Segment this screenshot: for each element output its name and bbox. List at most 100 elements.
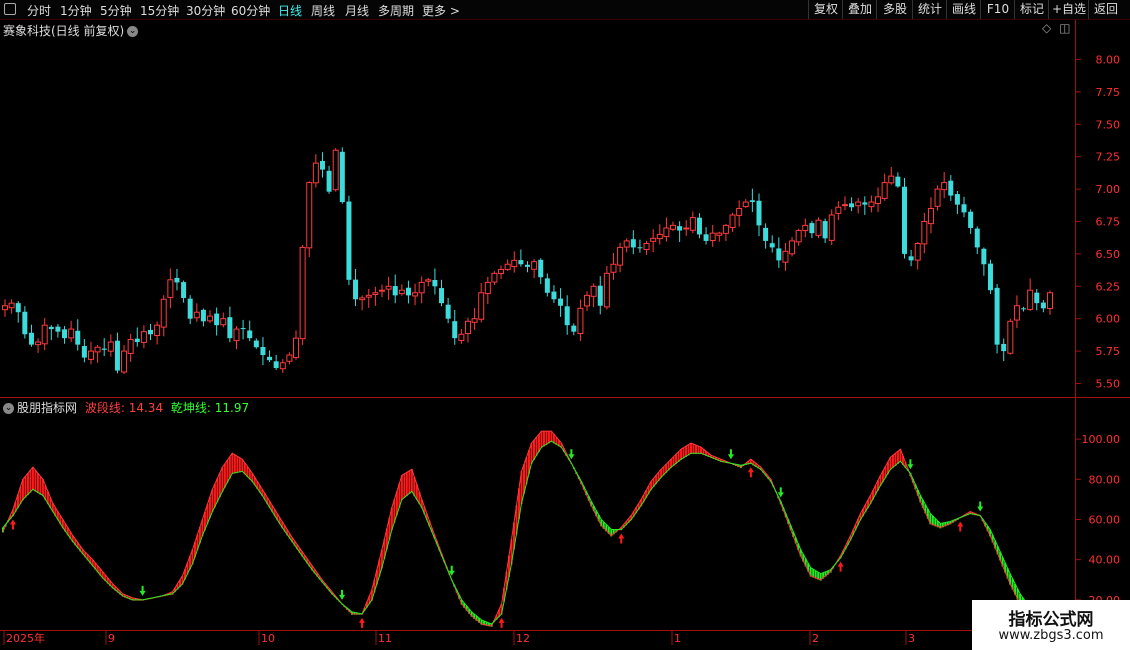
line2-value: 11.97 (214, 401, 250, 415)
candle-body-down (849, 203, 855, 208)
indicator-title-bar: ⌄ 股朋指标网 波段线: 14.34 乾坤线: 11.97 (3, 399, 249, 416)
buy-arrow-icon (618, 533, 625, 544)
candle-body-down (134, 338, 140, 343)
candle-body-up (378, 289, 385, 292)
candle-body-down (948, 180, 954, 196)
tab-period-5[interactable]: 60分钟 (231, 2, 270, 19)
candle-body-up (491, 272, 498, 283)
candle-body-down (518, 260, 524, 265)
candle-body-up (35, 341, 42, 346)
candle-body-down (1021, 308, 1027, 310)
candle-body-up (828, 214, 835, 241)
candle-body-down (987, 263, 993, 291)
buy-arrow-icon (9, 519, 16, 530)
time-tick-label: 1 (674, 632, 681, 645)
toolbar-action-4[interactable]: 画线 (946, 0, 981, 19)
candle-body-down (749, 200, 755, 203)
toolbar-action-2[interactable]: 多股 (876, 0, 913, 19)
candle-body-down (901, 186, 907, 254)
candle-body-down (597, 285, 603, 306)
candle-body-down (339, 151, 345, 203)
candle-body-up (498, 268, 505, 274)
candle-body-down (432, 279, 438, 287)
sell-arrow-icon (139, 585, 146, 596)
tab-period-2[interactable]: 5分钟 (100, 2, 132, 19)
time-tick-label: 2 (812, 632, 819, 645)
buy-arrow-icon (747, 467, 754, 478)
candle-body-up (154, 324, 161, 336)
candle-body-up (127, 338, 134, 354)
line1-value: 14.34 (128, 401, 164, 415)
time-tick-label: 12 (516, 632, 530, 645)
candle-body-up (716, 232, 723, 236)
candle-body-down (776, 248, 782, 261)
candle-body-down (15, 303, 21, 313)
tab-period-8[interactable]: 月线 (345, 2, 369, 19)
price-tick-label: 7.50 (1096, 118, 1121, 131)
tab-period-4[interactable]: 30分钟 (186, 2, 225, 19)
candle-body-down (187, 298, 193, 319)
candle-body-up (789, 240, 796, 255)
tab-period-7[interactable]: 周线 (311, 2, 335, 19)
candle-body-up (921, 220, 928, 245)
candle-body-down (677, 226, 683, 231)
candle-body-down (326, 170, 332, 192)
line2-label: 乾坤线: (170, 401, 211, 415)
tab-period-0[interactable]: 分时 (27, 2, 51, 19)
candle-body-down (551, 291, 557, 300)
tab-period-10[interactable]: 更多 > (422, 2, 460, 19)
time-tick-label: 9 (108, 632, 115, 645)
candle-body-up (121, 350, 128, 373)
candle-body-down (55, 326, 61, 332)
chevron-down-icon[interactable]: ⌄ (3, 403, 14, 414)
candle-body-up (709, 232, 716, 241)
candle-body-down (319, 160, 325, 170)
candle-body-up (279, 362, 286, 370)
toolbar-action-8[interactable]: 返回 (1088, 0, 1123, 19)
candle-body-down (392, 286, 398, 296)
candle-body-up (167, 279, 174, 298)
candle-body-down (538, 259, 544, 278)
price-tick-label: 6.25 (1096, 280, 1121, 293)
menu-icon[interactable] (4, 3, 16, 18)
candle-body-down (253, 340, 259, 348)
candle-body-up (299, 246, 306, 340)
candle-body-down (22, 311, 28, 335)
price-tick-label: 6.00 (1096, 313, 1121, 326)
candle-body-up (504, 263, 511, 270)
diamond-icon[interactable]: ◇ (1042, 21, 1051, 35)
candle-body-up (471, 318, 478, 323)
tab-period-3[interactable]: 15分钟 (140, 2, 179, 19)
time-tick-label: 2025年 (6, 631, 45, 645)
candle-body-down (637, 247, 643, 249)
candle-body-up (193, 311, 200, 319)
candle-body-down (200, 309, 206, 322)
toolbar-action-6[interactable]: 标记 (1014, 0, 1049, 19)
candle-body-up (623, 240, 630, 248)
series-line-qiankun (2, 440, 1050, 625)
tab-period-9[interactable]: 多周期 (378, 2, 414, 19)
window-toggle-icon[interactable]: ◫ (1059, 21, 1070, 35)
candle-body-up (1047, 292, 1053, 309)
candle-body-up (94, 346, 101, 353)
tab-period-6[interactable]: 日线 (278, 2, 302, 19)
indicator-tick-label: 40.00 (1089, 554, 1121, 567)
buy-arrow-icon (498, 617, 505, 628)
chart-area[interactable]: 5.50 5.75 6.00 6.25 6.50 6.75 7.00 7.25 7.50 7.75… (0, 0, 1130, 650)
candle-body-up (293, 337, 300, 359)
tab-period-1[interactable]: 1分钟 (60, 2, 92, 19)
candle-body-up (1013, 305, 1020, 321)
candle-body-up (881, 182, 888, 199)
candle-body-up (1007, 320, 1014, 354)
candle-body-up (914, 243, 921, 261)
toolbar-action-7[interactable]: +自选 (1048, 0, 1089, 19)
toolbar-action-1[interactable]: 叠加 (842, 0, 877, 19)
chevron-down-icon[interactable]: ⌄ (127, 26, 139, 37)
candle-body-down (1034, 292, 1040, 304)
candle-body-up (782, 250, 789, 263)
stock-title: 赛象科技(日线 前复权) (3, 24, 125, 38)
toolbar-action-3[interactable]: 统计 (912, 0, 947, 19)
toolbar-action-5[interactable]: F10 (980, 0, 1015, 19)
toolbar-action-0[interactable]: 复权 (808, 0, 843, 19)
candle-body-down (353, 279, 359, 300)
